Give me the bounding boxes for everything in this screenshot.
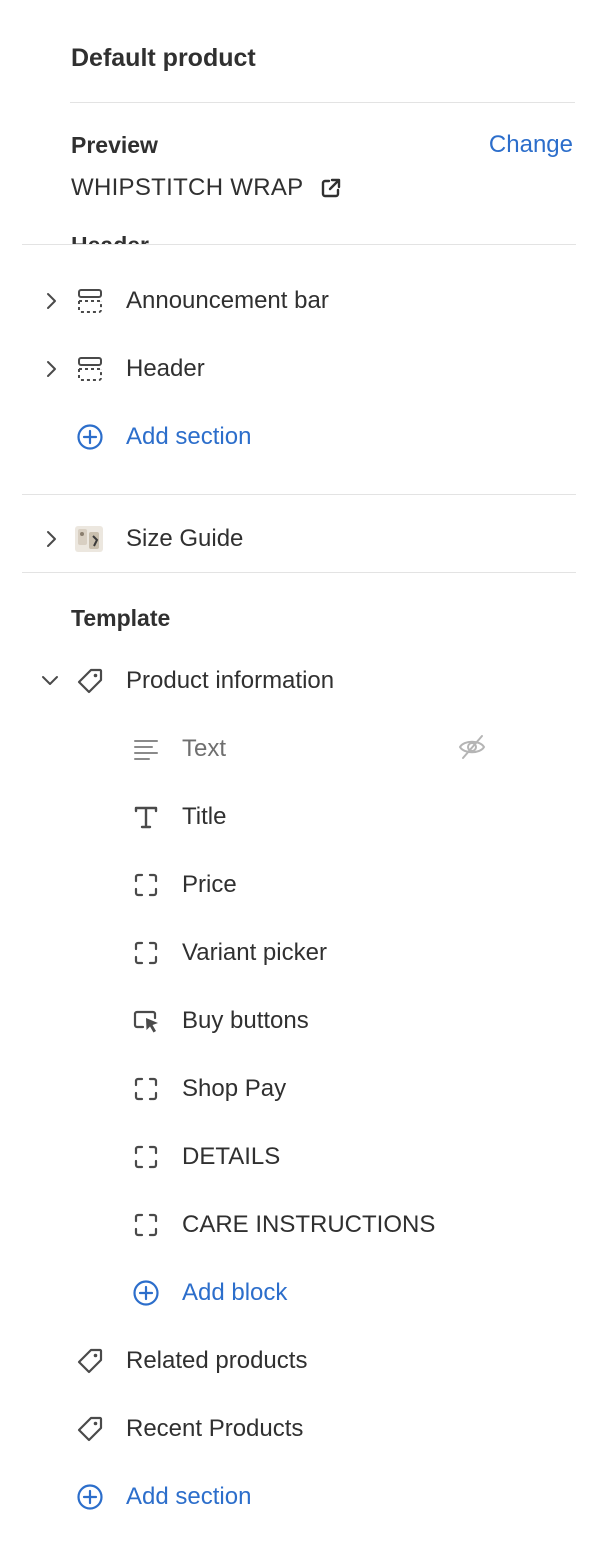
block-label: DETAILS	[182, 1143, 281, 1170]
section-layout-icon	[74, 285, 106, 317]
section-recent-products[interactable]: Recent Products	[0, 1409, 598, 1449]
plus-circle-icon	[74, 421, 106, 453]
cursor-button-icon	[130, 1005, 162, 1037]
add-section-header-button[interactable]: Add section	[0, 417, 598, 457]
block-dashed-icon	[130, 1141, 162, 1173]
block-details[interactable]: DETAILS	[0, 1137, 598, 1177]
tag-icon	[74, 1345, 106, 1377]
title-t-icon	[130, 801, 162, 833]
block-dashed-icon	[130, 869, 162, 901]
section-label: Announcement bar	[126, 287, 329, 314]
template-label: Template	[71, 605, 171, 631]
app-thumbnail-icon	[73, 523, 105, 555]
panel-title: Default product	[71, 44, 256, 72]
section-label: Related products	[126, 1347, 308, 1374]
block-label: Variant picker	[182, 939, 327, 966]
block-label: Price	[182, 871, 237, 898]
divider	[22, 494, 576, 495]
section-label: Header	[126, 355, 205, 382]
block-buy-buttons[interactable]: Buy buttons	[0, 1001, 598, 1041]
section-size-guide[interactable]: Size Guide	[0, 519, 598, 559]
preview-product[interactable]: WHIPSTITCH WRAP	[71, 172, 342, 204]
add-section-label: Add section	[126, 1483, 252, 1510]
block-dashed-icon	[130, 937, 162, 969]
block-shop-pay[interactable]: Shop Pay	[0, 1069, 598, 1109]
section-label: Size Guide	[126, 525, 244, 552]
section-product-information[interactable]: Product information	[0, 661, 598, 701]
block-dashed-icon	[130, 1073, 162, 1105]
preview-label: Preview	[71, 132, 158, 158]
section-layout-icon	[74, 353, 106, 385]
divider	[70, 102, 575, 103]
tag-icon	[74, 665, 106, 697]
block-label: Shop Pay	[182, 1075, 287, 1102]
block-price[interactable]: Price	[0, 865, 598, 905]
header-group-label: Header	[71, 226, 271, 244]
add-section-template-button[interactable]: Add section	[0, 1477, 598, 1517]
preview-product-name: WHIPSTITCH WRAP	[71, 174, 304, 201]
section-label: Product information	[126, 667, 335, 694]
add-block-label: Add block	[182, 1279, 288, 1306]
block-title[interactable]: Title	[0, 797, 598, 837]
plus-circle-icon	[130, 1277, 162, 1309]
tag-icon	[74, 1413, 106, 1445]
add-block-button[interactable]: Add block	[0, 1273, 598, 1313]
section-announcement-bar[interactable]: Announcement bar	[0, 281, 598, 321]
change-preview-link[interactable]: Change	[489, 130, 573, 160]
chevron-right-icon[interactable]	[40, 290, 62, 312]
section-related-products[interactable]: Related products	[0, 1341, 598, 1381]
block-variant-picker[interactable]: Variant picker	[0, 933, 598, 973]
chevron-right-icon[interactable]	[40, 528, 62, 550]
block-label: Buy buttons	[182, 1007, 309, 1034]
divider	[22, 572, 576, 573]
block-text[interactable]: Text	[0, 729, 598, 769]
block-care-instructions[interactable]: CARE INSTRUCTIONS	[0, 1205, 598, 1245]
block-label: Text	[182, 735, 227, 762]
text-lines-icon	[130, 733, 162, 765]
chevron-down-icon[interactable]	[39, 670, 61, 692]
plus-circle-icon	[74, 1481, 106, 1513]
chevron-right-icon[interactable]	[40, 358, 62, 380]
divider	[22, 244, 576, 245]
block-label: CARE INSTRUCTIONS	[182, 1211, 436, 1238]
block-label: Title	[182, 803, 227, 830]
eye-hidden-icon[interactable]	[456, 731, 488, 763]
add-section-label: Add section	[126, 423, 252, 450]
section-label: Recent Products	[126, 1415, 304, 1442]
external-link-icon[interactable]	[320, 177, 342, 199]
block-dashed-icon	[130, 1209, 162, 1241]
section-header[interactable]: Header	[0, 349, 598, 389]
